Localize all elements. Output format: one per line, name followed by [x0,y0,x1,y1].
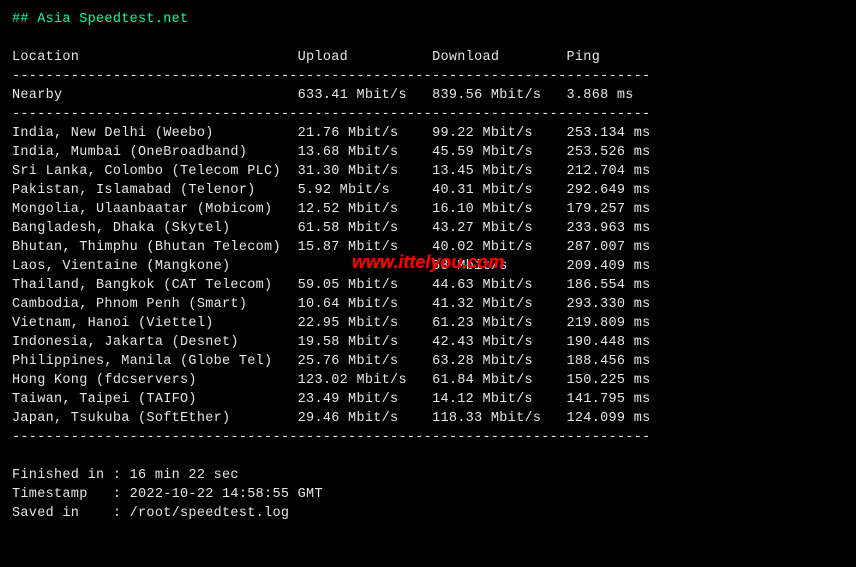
terminal-output: ## Asia Speedtest.net Location Upload Do… [0,0,856,533]
